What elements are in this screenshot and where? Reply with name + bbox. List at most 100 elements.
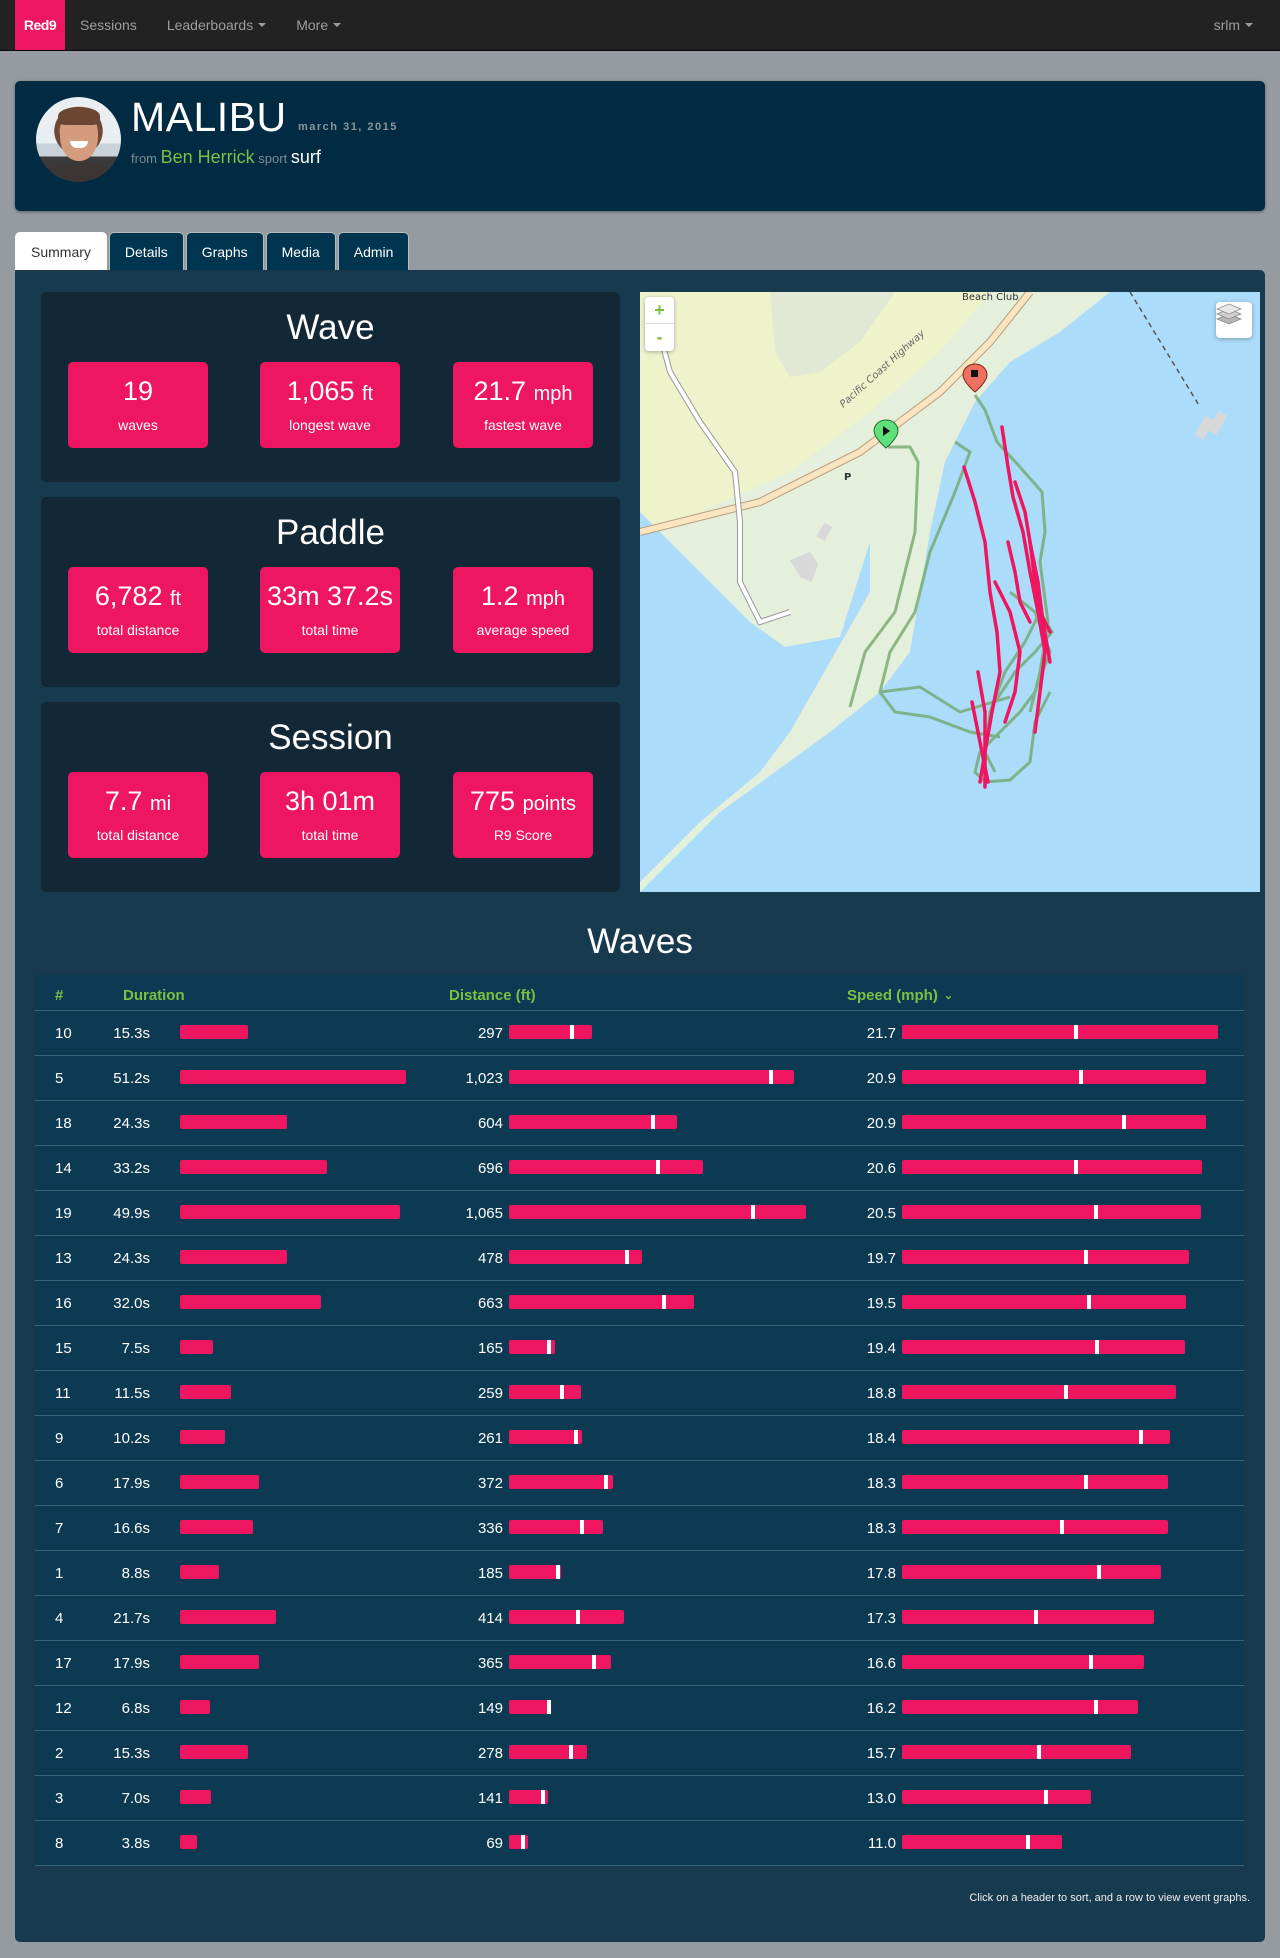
speed-bar [902,1745,1131,1759]
wave-row[interactable]: 1 8.8s 185 17.8 [35,1551,1244,1596]
stat-longest-wave: 1,065 ft longest wave [260,362,400,448]
col-header-number[interactable]: # [55,987,63,1004]
wave-speed: 11.0 [867,1835,896,1852]
wave-row[interactable]: 6 17.9s 372 18.3 [35,1461,1244,1506]
top-navbar: Red9 Sessions Leaderboards More srlm [0,0,1280,51]
zoom-in-button[interactable]: + [645,297,674,324]
wave-speed: 17.3 [866,1610,896,1627]
stat-value: 33m 37.2s [266,581,394,611]
distance-bar [509,1430,582,1444]
table-hint: Click on a header to sort, and a row to … [969,1892,1250,1904]
distance-bar-marker [556,1565,560,1579]
stat-r9-score: 775 points R9 Score [453,772,593,858]
col-header-distance[interactable]: Distance (ft) [449,987,536,1004]
col-header-duration[interactable]: Duration [123,987,185,1004]
duration-bar [180,1475,259,1489]
speed-bar-marker [1094,1205,1098,1219]
distance-bar [509,1205,806,1219]
stat-label: total distance [96,622,180,638]
wave-row[interactable]: 14 33.2s 696 20.6 [35,1146,1244,1191]
nav-leaderboards-label: Leaderboards [166,17,254,33]
stat-fastest-wave: 21.7 mph fastest wave [453,362,593,448]
brand-logo[interactable]: Red9 [15,0,65,50]
distance-bar-marker [560,1385,564,1399]
distance-bar-marker [604,1475,608,1489]
tab-graphs[interactable]: Graphs [185,232,264,270]
distance-bar [509,1295,694,1309]
speed-bar-marker [1074,1160,1078,1174]
duration-bar [180,1295,321,1309]
stat-value: 1.2 [481,581,519,611]
stat-unit: mi [149,793,172,815]
distance-bar [509,1700,551,1714]
stat-label: longest wave [289,417,371,433]
caret-down-icon [1245,23,1253,27]
tab-details[interactable]: Details [108,232,184,270]
speed-bar [902,1475,1168,1489]
stat-paddle-time: 33m 37.2s total time [260,567,400,653]
nav-leaderboards[interactable]: Leaderboards [152,0,281,50]
wave-row[interactable]: 11 11.5s 259 18.8 [35,1371,1244,1416]
stat-session-distance: 7.7 mi total distance [68,772,208,858]
wave-row[interactable]: 8 3.8s 69 11.0 [35,1821,1244,1866]
wave-row[interactable]: 10 15.3s 297 21.7 [35,1011,1244,1056]
wave-row[interactable]: 18 24.3s 604 20.9 [35,1101,1244,1146]
caret-down-icon [333,23,342,27]
stat-value: 3h 01m [284,786,376,816]
wave-row[interactable]: 16 32.0s 663 19.5 [35,1281,1244,1326]
wave-speed: 15.7 [866,1745,896,1762]
session-map[interactable]: Beach Club Pacific Coast Highway P + - [640,292,1260,892]
distance-bar-marker [541,1790,545,1804]
col-header-speed[interactable]: Speed (mph) ⌄ [847,987,953,1004]
wave-row[interactable]: 15 7.5s 165 19.4 [35,1326,1244,1371]
avatar-shirt [46,163,112,182]
duration-bar [180,1250,287,1264]
stat-unit: points [522,793,576,815]
wave-row[interactable]: 5 51.2s 1,023 20.9 [35,1056,1244,1101]
stat-unit: ft [169,588,182,610]
speed-bar-marker [1037,1745,1041,1759]
speed-bar [902,1160,1202,1174]
stat-label: total time [301,827,359,843]
wave-row[interactable]: 4 21.7s 414 17.3 [35,1596,1244,1641]
avatar[interactable] [36,97,121,182]
layers-button[interactable] [1216,302,1252,338]
wave-speed: 19.5 [866,1295,896,1312]
wave-row[interactable]: 13 24.3s 478 19.7 [35,1236,1244,1281]
duration-bar [180,1700,210,1714]
nav-more[interactable]: More [281,0,356,50]
speed-bar-marker [1122,1115,1126,1129]
wave-row[interactable]: 17 17.9s 365 16.6 [35,1641,1244,1686]
speed-bar-marker [1044,1790,1048,1804]
user-menu[interactable]: srlm [1199,0,1268,50]
summary-panel: Wave 19 waves 1,065 ft longest wave 21.7 … [15,270,1265,1942]
wave-stats: Wave 19 waves 1,065 ft longest wave 21.7 … [41,292,620,482]
speed-bar-marker [1079,1070,1083,1084]
wave-row[interactable]: 9 10.2s 261 18.4 [35,1416,1244,1461]
zoom-out-button[interactable]: - [645,324,674,351]
speed-bar [902,1790,1091,1804]
tab-admin[interactable]: Admin [337,232,410,270]
wave-row[interactable]: 19 49.9s 1,065 20.5 [35,1191,1244,1236]
user-link[interactable]: Ben Herrick [161,147,255,167]
sport-value: surf [290,147,321,167]
distance-bar-marker [769,1070,773,1084]
wave-row[interactable]: 12 6.8s 149 16.2 [35,1686,1244,1731]
distance-bar [509,1070,794,1084]
session-byline: from Ben Herrick sport surf [131,147,321,168]
session-tabs: Summary Details Graphs Media Admin [15,232,410,270]
speed-bar [902,1205,1201,1219]
wave-row[interactable]: 7 16.6s 336 18.3 [35,1506,1244,1551]
wave-row[interactable]: 2 15.3s 278 15.7 [35,1731,1244,1776]
tab-media[interactable]: Media [265,232,336,270]
nav-sessions[interactable]: Sessions [65,0,152,50]
duration-bar [180,1115,287,1129]
stat-value: 6,782 [94,581,163,611]
speed-bar-marker [1074,1025,1078,1039]
wave-speed: 20.9 [866,1115,896,1132]
stat-session-time: 3h 01m total time [260,772,400,858]
tab-summary[interactable]: Summary [15,232,107,270]
wave-row[interactable]: 3 7.0s 141 13.0 [35,1776,1244,1821]
stat-paddle-distance: 6,782 ft total distance [68,567,208,653]
duration-bar [180,1385,231,1399]
